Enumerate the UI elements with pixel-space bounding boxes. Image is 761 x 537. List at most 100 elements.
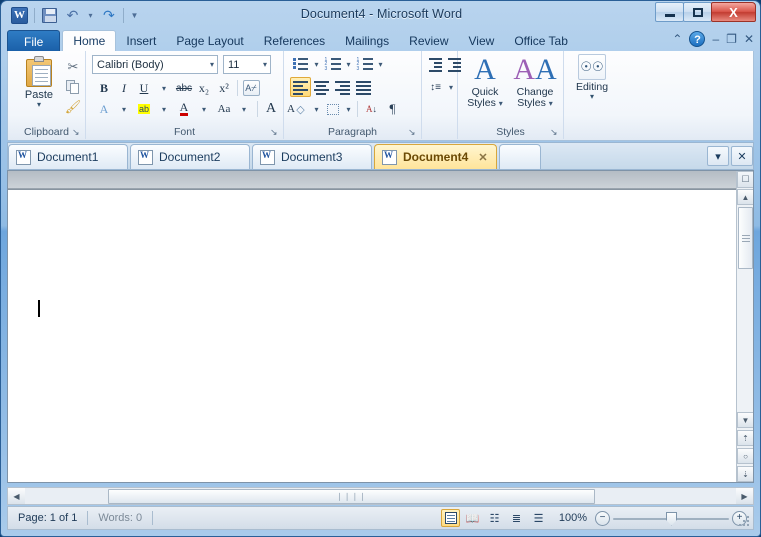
- customize-qat-button[interactable]: ▼: [128, 5, 141, 26]
- borders-button[interactable]: [322, 99, 343, 119]
- document-tab-document4[interactable]: Document4 ✕: [374, 144, 497, 169]
- bullets-button[interactable]: [290, 54, 311, 74]
- tab-page-layout[interactable]: Page Layout: [166, 31, 253, 52]
- editing-button[interactable]: ☉☉ Editing ▾: [574, 54, 610, 101]
- save-button[interactable]: [39, 5, 60, 26]
- undo-dropdown-button[interactable]: ▾: [85, 5, 96, 26]
- styles-dialog-launcher[interactable]: ↘: [550, 127, 560, 137]
- previous-page-button[interactable]: ⇡: [737, 430, 753, 446]
- word-logo-button[interactable]: W: [9, 5, 30, 26]
- font-name-combo[interactable]: Calibri (Body) ▾: [92, 55, 218, 74]
- next-page-button[interactable]: ⇣: [737, 466, 753, 482]
- view-draft-button[interactable]: ☰: [529, 509, 548, 527]
- quick-styles-chevron-icon[interactable]: ▾: [499, 99, 503, 108]
- show-formatting-marks-button[interactable]: ¶: [382, 99, 403, 119]
- vertical-scrollbar[interactable]: ☐ ▲ ▼ ⇡ ○ ⇣: [736, 171, 753, 482]
- change-case-button[interactable]: Aa: [214, 99, 234, 119]
- strikethrough-button[interactable]: abc: [174, 78, 194, 98]
- tab-view[interactable]: View: [459, 31, 505, 52]
- tab-office-tab[interactable]: Office Tab: [504, 31, 578, 52]
- multilevel-list-button[interactable]: 123: [354, 54, 375, 74]
- close-window-button[interactable]: X: [711, 2, 756, 22]
- scroll-up-button[interactable]: ▲: [737, 189, 753, 205]
- subscript-button[interactable]: x₂: [194, 78, 214, 98]
- doc-minimize-icon[interactable]: –: [712, 32, 719, 46]
- scroll-down-button[interactable]: ▼: [737, 412, 753, 428]
- zoom-slider-thumb[interactable]: [666, 511, 677, 526]
- line-spacing-chevron-icon[interactable]: ▾: [446, 77, 456, 97]
- word-count-status[interactable]: Words: 0: [88, 508, 152, 528]
- document-page[interactable]: [8, 190, 736, 482]
- justify-button[interactable]: [353, 77, 374, 97]
- page-status[interactable]: Page: 1 of 1: [8, 508, 87, 528]
- numbering-button[interactable]: 123: [322, 54, 343, 74]
- help-icon[interactable]: ?: [689, 31, 706, 47]
- font-size-combo[interactable]: 11 ▾: [223, 55, 271, 74]
- multilevel-chevron-icon[interactable]: ▾: [375, 54, 386, 74]
- line-spacing-button[interactable]: ↕≡: [425, 77, 446, 97]
- underline-button[interactable]: U: [134, 78, 154, 98]
- document-tab-document2[interactable]: Document2: [130, 144, 250, 169]
- paste-dropdown-icon[interactable]: ▾: [17, 101, 61, 109]
- tab-mailings[interactable]: Mailings: [335, 31, 399, 52]
- document-tab-document1[interactable]: Document1: [8, 144, 128, 169]
- font-dialog-launcher[interactable]: ↘: [270, 127, 280, 137]
- align-right-button[interactable]: [332, 77, 353, 97]
- select-browse-object-button[interactable]: ○: [737, 448, 753, 464]
- horizontal-scrollbar[interactable]: ◀ ❘❘❘❘ ▶: [7, 487, 754, 505]
- text-effects-button[interactable]: A: [94, 99, 114, 119]
- zoom-out-button[interactable]: −: [595, 510, 610, 526]
- format-painter-button[interactable]: 🖌: [63, 97, 83, 117]
- document-tab-close-icon[interactable]: ✕: [478, 151, 487, 164]
- document-tab-document3[interactable]: Document3: [252, 144, 372, 169]
- view-print-layout-button[interactable]: [441, 509, 460, 527]
- grow-font-button[interactable]: A: [261, 99, 281, 119]
- view-full-screen-reading-button[interactable]: 📖: [463, 509, 482, 527]
- decrease-indent-button[interactable]: [424, 54, 445, 74]
- vertical-scroll-thumb[interactable]: [738, 207, 753, 269]
- maximize-button[interactable]: [683, 2, 712, 22]
- clipboard-dialog-launcher[interactable]: ↘: [72, 127, 82, 137]
- doc-restore-icon[interactable]: ❐: [726, 32, 737, 46]
- highlight-color-button[interactable]: ab: [134, 99, 154, 119]
- tab-insert[interactable]: Insert: [116, 31, 166, 52]
- document-tab-blank[interactable]: [498, 144, 541, 169]
- tab-file[interactable]: File: [7, 30, 61, 52]
- borders-chevron-icon[interactable]: ▾: [343, 99, 354, 119]
- align-center-button[interactable]: [311, 77, 332, 97]
- tab-list-dropdown-button[interactable]: ▾: [707, 146, 729, 166]
- change-styles-button[interactable]: AA Change Styles ▾: [510, 53, 560, 109]
- zoom-level-label[interactable]: 100%: [551, 512, 587, 524]
- italic-button[interactable]: I: [114, 78, 134, 98]
- doc-close-icon[interactable]: ✕: [744, 32, 754, 46]
- redo-button[interactable]: ↶: [98, 5, 119, 26]
- cut-button[interactable]: ✂: [63, 57, 83, 77]
- tab-references[interactable]: References: [254, 31, 335, 52]
- horizontal-scroll-thumb[interactable]: ❘❘❘❘: [108, 489, 595, 504]
- paste-button[interactable]: Paste ▾: [17, 56, 61, 109]
- minimize-button[interactable]: [655, 2, 684, 22]
- tab-review[interactable]: Review: [399, 31, 458, 52]
- quick-styles-button[interactable]: A Quick Styles ▾: [460, 53, 510, 109]
- tab-close-button[interactable]: ✕: [731, 146, 753, 166]
- view-outline-button[interactable]: ≣: [507, 509, 526, 527]
- font-color-button[interactable]: A: [174, 99, 194, 119]
- sort-button[interactable]: A↓: [361, 99, 382, 119]
- superscript-button[interactable]: x²: [214, 78, 234, 98]
- undo-button[interactable]: ↶: [62, 5, 83, 26]
- align-left-button[interactable]: [290, 77, 311, 97]
- numbering-chevron-icon[interactable]: ▾: [343, 54, 354, 74]
- scroll-right-button[interactable]: ▶: [736, 488, 753, 504]
- paragraph-dialog-launcher[interactable]: ↘: [408, 127, 418, 137]
- font-color-chevron-icon[interactable]: ▾: [194, 99, 214, 119]
- collapse-ribbon-icon[interactable]: ⌃: [672, 32, 682, 46]
- zoom-slider-track[interactable]: [613, 511, 729, 526]
- copy-button[interactable]: [63, 77, 83, 97]
- tab-home[interactable]: Home: [62, 30, 117, 52]
- bold-button[interactable]: B: [94, 78, 114, 98]
- view-ruler-button[interactable]: ☐: [737, 171, 753, 188]
- text-effects-chevron-icon[interactable]: ▾: [114, 99, 134, 119]
- underline-dropdown-icon[interactable]: ▾: [154, 78, 174, 98]
- editing-chevron-icon[interactable]: ▾: [574, 93, 610, 101]
- scroll-left-button[interactable]: ◀: [8, 488, 25, 504]
